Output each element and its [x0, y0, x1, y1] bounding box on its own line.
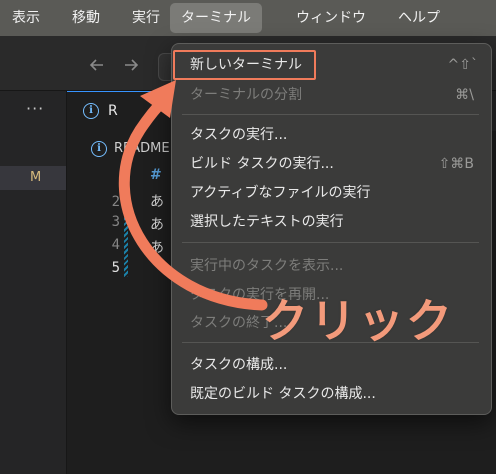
- modified-badge: M: [30, 170, 42, 185]
- breadcrumb[interactable]: README: [114, 141, 170, 156]
- menu-item-run-task[interactable]: タスクの実行...: [190, 126, 287, 144]
- menu-terminal[interactable]: ターミナル: [170, 3, 262, 33]
- code-line[interactable]: あ: [150, 191, 164, 211]
- explorer-sidebar: [0, 91, 67, 474]
- menu-window[interactable]: ウィンドウ: [296, 0, 366, 36]
- menu-go[interactable]: 移動: [72, 0, 100, 36]
- menu-item-configure-default-build-task[interactable]: 既定のビルド タスクの構成...: [190, 385, 376, 403]
- menu-item-run-active-file[interactable]: アクティブなファイルの実行: [190, 184, 370, 202]
- highlight-box: [173, 50, 316, 80]
- screen: 表示 移動 実行 ターミナル ウィンドウ ヘルプ ··· M i R i REA…: [0, 0, 496, 474]
- menu-separator: [182, 114, 479, 115]
- git-modified-indicator: [124, 167, 128, 277]
- line-number: 4: [111, 237, 120, 253]
- click-annotation-label: クリック: [262, 294, 454, 348]
- shortcut-run-build-task: ⇧⌘B: [438, 156, 474, 172]
- code-line[interactable]: #: [150, 167, 162, 183]
- menu-item-run-build-task[interactable]: ビルド タスクの実行...: [190, 155, 334, 173]
- code-line[interactable]: あ: [150, 237, 164, 257]
- shortcut-new-terminal: ^⇧`: [447, 57, 478, 73]
- line-number: 5: [111, 260, 120, 276]
- info-icon: i: [83, 103, 99, 119]
- code-line[interactable]: あ: [150, 214, 164, 234]
- menu-view[interactable]: 表示: [12, 0, 40, 36]
- menu-separator: [182, 242, 479, 243]
- more-actions-icon[interactable]: ···: [26, 99, 44, 118]
- menu-item-run-selected-text[interactable]: 選択したテキストの実行: [190, 213, 344, 231]
- arrow-right-icon[interactable]: [122, 56, 140, 78]
- line-number: 2: [111, 194, 120, 210]
- shortcut-split-terminal: ⌘\: [455, 87, 474, 103]
- line-number: 3: [111, 214, 120, 230]
- menu-item-split-terminal[interactable]: ターミナルの分割: [190, 86, 302, 104]
- info-icon: i: [91, 141, 107, 157]
- tab-label: R: [108, 103, 118, 119]
- menu-run[interactable]: 実行: [132, 0, 160, 36]
- menu-bar: 表示 移動 実行 ターミナル ウィンドウ ヘルプ: [0, 0, 496, 36]
- menu-help[interactable]: ヘルプ: [398, 0, 440, 36]
- menu-item-configure-tasks[interactable]: タスクの構成...: [190, 356, 287, 374]
- arrow-left-icon[interactable]: [88, 56, 106, 78]
- menu-item-show-running-tasks[interactable]: 実行中のタスクを表示...: [190, 257, 343, 275]
